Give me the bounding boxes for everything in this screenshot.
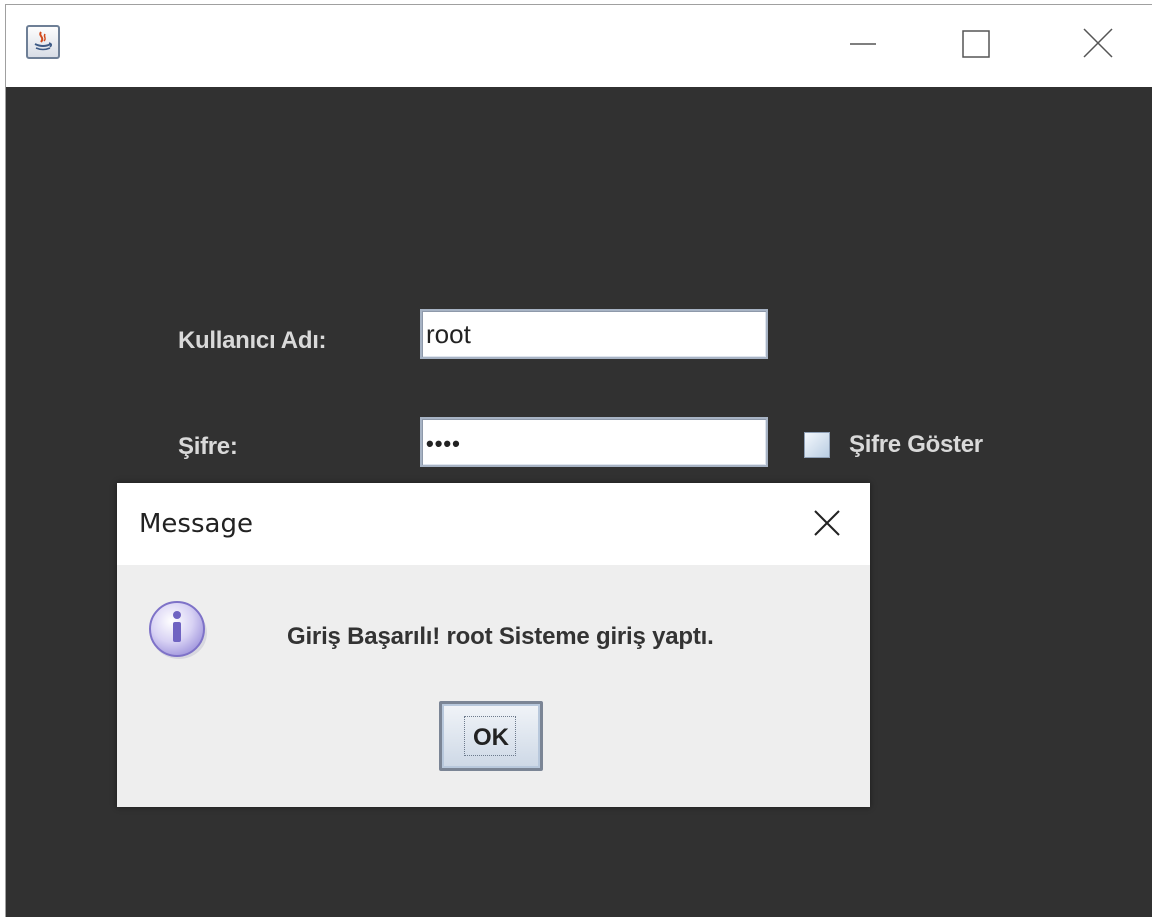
title-bar[interactable]	[6, 5, 1152, 87]
show-password-checkbox[interactable]	[804, 432, 830, 458]
password-label: Şifre:	[178, 433, 238, 460]
password-input[interactable]: ••••	[420, 417, 768, 467]
info-icon	[143, 593, 213, 663]
minimize-icon	[850, 43, 876, 45]
close-button[interactable]	[1078, 23, 1118, 63]
username-input[interactable]: root	[420, 309, 768, 359]
dialog-title-bar[interactable]: Message	[117, 483, 870, 565]
dialog-title: Message	[139, 509, 253, 539]
show-password-label[interactable]: Şifre Göster	[849, 431, 983, 459]
dialog-close-button[interactable]	[807, 503, 847, 543]
minimize-button[interactable]	[844, 23, 884, 63]
message-dialog: Message Giriş Başarılı! root Sisteme gir…	[117, 483, 870, 807]
username-label: Kullanıcı Adı:	[178, 327, 327, 354]
maximize-button[interactable]	[956, 23, 996, 63]
java-app-icon[interactable]	[26, 25, 60, 59]
maximize-icon	[962, 30, 990, 58]
ok-button[interactable]: OK	[439, 701, 543, 771]
close-icon	[814, 510, 840, 536]
close-icon	[1083, 28, 1113, 58]
ok-button-label: OK	[473, 724, 509, 751]
dialog-message: Giriş Başarılı! root Sisteme giriş yaptı…	[287, 623, 714, 650]
